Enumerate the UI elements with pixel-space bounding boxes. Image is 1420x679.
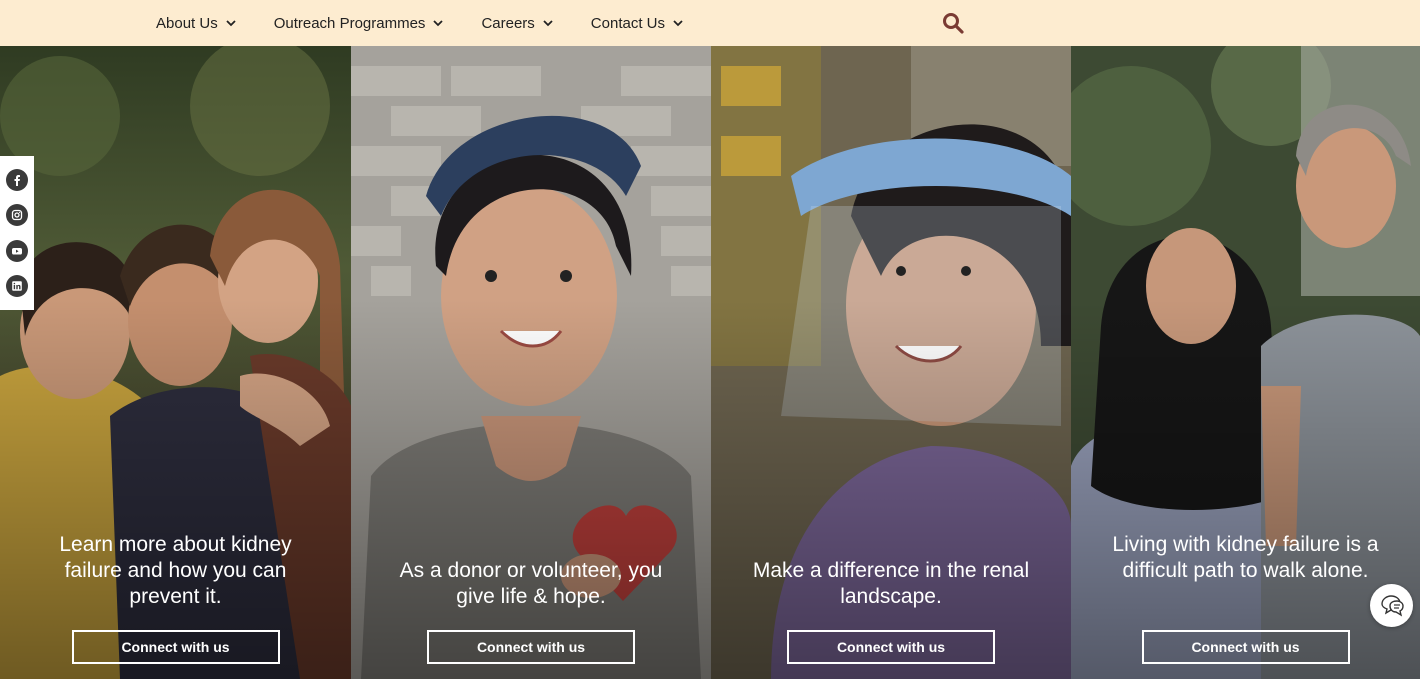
- panel-living-with-kidney-failure: Living with kidney failure is a difficul…: [1071, 46, 1420, 679]
- chevron-down-icon: [673, 20, 683, 27]
- nav-careers[interactable]: Careers: [481, 14, 553, 32]
- social-links: [0, 156, 34, 310]
- chevron-down-icon: [226, 20, 236, 27]
- linkedin-icon[interactable]: [6, 275, 28, 298]
- nav-outreach-programmes-label: Outreach Programmes: [273, 14, 426, 32]
- panel-heading: Living with kidney failure is a difficul…: [1112, 533, 1379, 582]
- search-icon[interactable]: [942, 12, 964, 34]
- panel-learn-more: Learn more about kidney failure and how …: [0, 46, 351, 679]
- chevron-down-icon: [543, 20, 553, 27]
- youtube-icon[interactable]: [6, 239, 28, 262]
- nav-contact-us-label: Contact Us: [590, 14, 665, 32]
- nav-about-us-label: About Us: [156, 14, 218, 32]
- facebook-icon[interactable]: [6, 168, 28, 191]
- top-navigation-bar: About Us Outreach Programmes Careers Con…: [0, 0, 1420, 46]
- nav-careers-label: Careers: [481, 14, 535, 32]
- instagram-icon[interactable]: [6, 204, 28, 227]
- connect-with-us-button[interactable]: Connect with us: [427, 630, 635, 664]
- connect-with-us-button[interactable]: Connect with us: [787, 630, 995, 664]
- panel-heading: As a donor or volunteer, you give life &…: [399, 559, 663, 608]
- nav-outreach-programmes[interactable]: Outreach Programmes: [274, 15, 444, 32]
- panel-heading: Learn more about kidney failure and how …: [59, 533, 292, 608]
- panel-heading: Make a difference in the renal landscape…: [752, 559, 1030, 608]
- nav-contact-us[interactable]: Contact Us: [591, 15, 683, 32]
- connect-with-us-button[interactable]: Connect with us: [1141, 630, 1350, 664]
- panel-renal-landscape: Make a difference in the renal landscape…: [711, 46, 1071, 679]
- chat-button[interactable]: [1370, 584, 1413, 627]
- main-menu: About Us Outreach Programmes Careers Con…: [156, 0, 721, 46]
- connect-with-us-button[interactable]: Connect with us: [71, 630, 280, 664]
- chat-icon: [1380, 594, 1404, 616]
- panel-donor-volunteer: As a donor or volunteer, you give life &…: [351, 46, 711, 679]
- chevron-down-icon: [433, 20, 444, 27]
- nav-about-us[interactable]: About Us: [156, 15, 236, 32]
- hero-panels: Learn more about kidney failure and how …: [0, 46, 1420, 679]
- photo-overlay: [1071, 46, 1420, 679]
